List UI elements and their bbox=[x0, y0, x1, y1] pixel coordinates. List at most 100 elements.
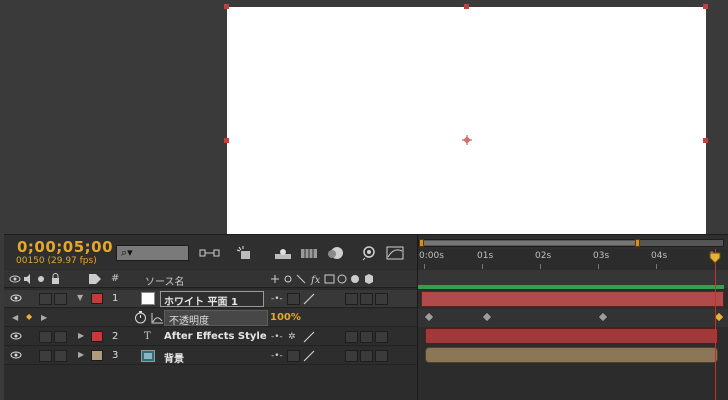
svg-text:fx: fx bbox=[310, 275, 321, 285]
label-tag-icon[interactable] bbox=[88, 273, 102, 285]
expand-triangle-icon[interactable]: ▶ bbox=[78, 350, 84, 359]
time-navigator-end-handle[interactable] bbox=[635, 239, 640, 247]
layer-row[interactable]: ▼ 1 ホワイト 平面 1 -•- bbox=[4, 290, 417, 308]
layer-name[interactable]: 背景 bbox=[164, 350, 184, 365]
label-color-swatch[interactable] bbox=[91, 331, 103, 342]
shy-switch-icon[interactable]: -•- bbox=[271, 351, 283, 361]
after-effects-window: 0;00;05;00 00150 (29.97 fps) ⌕▾ 0:00s 01… bbox=[0, 0, 728, 400]
motion-blur-icon[interactable] bbox=[324, 243, 346, 263]
work-area-bar[interactable] bbox=[418, 285, 724, 289]
expand-triangle-icon[interactable]: ▼ bbox=[77, 293, 83, 302]
text-layer-icon: T bbox=[144, 331, 151, 342]
source-name-column[interactable]: ソース名 bbox=[145, 273, 185, 288]
layer-name[interactable]: After Effects Style bbox=[164, 331, 267, 342]
solo-toggle[interactable] bbox=[54, 331, 67, 343]
layer-number: 3 bbox=[112, 350, 119, 361]
current-timecode[interactable]: 0;00;05;00 bbox=[17, 238, 113, 256]
quality-slash-icon[interactable] bbox=[303, 331, 315, 343]
quality-slash-icon[interactable] bbox=[303, 350, 315, 362]
layer-name[interactable]: ホワイト 平面 1 bbox=[164, 293, 238, 308]
transform-handle-middle-right[interactable] bbox=[703, 138, 708, 143]
next-keyframe-icon[interactable]: ▶ bbox=[41, 313, 47, 322]
quality-slash-icon[interactable] bbox=[303, 293, 315, 305]
time-navigator-range bbox=[422, 241, 637, 245]
property-name: 不透明度 bbox=[169, 316, 209, 327]
layer-3-duration-bar[interactable] bbox=[425, 347, 718, 363]
frame-blending-icon[interactable] bbox=[298, 243, 320, 263]
anchor-point-icon[interactable] bbox=[462, 135, 472, 145]
label-color-swatch[interactable] bbox=[91, 293, 103, 304]
graph-editor-icon[interactable] bbox=[384, 243, 406, 263]
adjustment-switch[interactable] bbox=[360, 350, 373, 362]
motion-blur-switch[interactable] bbox=[345, 293, 358, 305]
audio-toggle[interactable] bbox=[39, 293, 52, 305]
transform-handle-top-center[interactable] bbox=[464, 4, 469, 9]
transform-handle-middle-left[interactable] bbox=[224, 138, 229, 143]
opacity-property-row[interactable]: ◀ ◆ ▶ 不透明度 100% bbox=[4, 309, 417, 327]
audio-toggle[interactable] bbox=[39, 350, 52, 362]
quality-switch[interactable] bbox=[287, 293, 300, 305]
composition-canvas[interactable] bbox=[224, 4, 708, 234]
brainstorm-icon[interactable] bbox=[358, 243, 380, 263]
keyframe-icon[interactable] bbox=[481, 311, 493, 323]
composition-viewer[interactable] bbox=[0, 0, 728, 234]
frame-count: 00150 (29.97 fps) bbox=[16, 256, 97, 266]
label-color-swatch[interactable] bbox=[91, 350, 103, 361]
graph-icon[interactable] bbox=[151, 312, 164, 324]
expand-triangle-icon[interactable]: ▶ bbox=[78, 331, 84, 340]
solo-toggle[interactable] bbox=[54, 293, 67, 305]
search-icon: ⌕▾ bbox=[121, 246, 133, 259]
eye-icon[interactable] bbox=[10, 293, 22, 303]
eye-icon[interactable] bbox=[10, 331, 22, 341]
transform-handle-top-right[interactable] bbox=[703, 4, 708, 9]
time-navigator-bar[interactable] bbox=[418, 239, 724, 247]
eye-icon[interactable] bbox=[10, 350, 22, 360]
time-navigator-start-handle[interactable] bbox=[419, 239, 424, 247]
solo-toggle[interactable] bbox=[54, 350, 67, 362]
layer-number: 1 bbox=[112, 293, 119, 304]
prev-keyframe-icon[interactable]: ◀ bbox=[12, 313, 18, 322]
opacity-keyframe-track[interactable] bbox=[418, 309, 728, 327]
draft-3d-icon[interactable] bbox=[234, 243, 256, 263]
timeline-panel: 0;00;05;00 00150 (29.97 fps) ⌕▾ 0:00s 01… bbox=[4, 234, 728, 400]
ruler-tick bbox=[424, 264, 425, 269]
opacity-value[interactable]: 100% bbox=[270, 312, 301, 323]
audio-toggle[interactable] bbox=[39, 331, 52, 343]
stopwatch-icon[interactable] bbox=[134, 311, 147, 324]
collapse-switch-icon[interactable]: ✲ bbox=[288, 332, 296, 342]
layer-number-column[interactable]: # bbox=[111, 273, 119, 284]
adjustment-switch[interactable] bbox=[360, 293, 373, 305]
add-keyframe-icon[interactable]: ◆ bbox=[26, 312, 32, 321]
search-input[interactable]: ⌕▾ bbox=[116, 245, 189, 261]
motion-blur-switch[interactable] bbox=[345, 331, 358, 343]
keyframe-icon[interactable] bbox=[423, 311, 435, 323]
keyframe-icon[interactable] bbox=[597, 311, 609, 323]
3d-layer-switch[interactable] bbox=[375, 350, 388, 362]
transform-handle-top-left[interactable] bbox=[224, 4, 229, 9]
hide-shy-layers-icon[interactable] bbox=[272, 243, 294, 263]
time-ruler[interactable]: 0:00s 01s 02s 03s 04s 0 bbox=[418, 249, 728, 269]
motion-blur-switch[interactable] bbox=[345, 350, 358, 362]
av-feature-column-icons[interactable] bbox=[9, 273, 75, 285]
current-time-indicator-line[interactable] bbox=[715, 249, 716, 400]
ruler-label-1: 01s bbox=[477, 251, 494, 261]
layer-1-duration-bar[interactable] bbox=[421, 291, 724, 307]
current-time-indicator-icon[interactable] bbox=[709, 252, 721, 264]
layer-row[interactable]: ▶ 2 T After Effects Style -•- ✲ bbox=[4, 328, 417, 346]
panel-divider[interactable] bbox=[417, 235, 418, 400]
adjustment-switch[interactable] bbox=[360, 331, 373, 343]
shy-switch-icon[interactable]: -•- bbox=[271, 332, 283, 342]
layer-column-header: # ソース名 fx bbox=[4, 270, 417, 288]
3d-layer-switch[interactable] bbox=[375, 331, 388, 343]
layer-2-duration-bar[interactable] bbox=[425, 328, 718, 344]
layer-row[interactable]: ▶ 3 背景 -•- bbox=[4, 347, 417, 365]
switches-column-icons[interactable]: fx bbox=[269, 273, 409, 285]
shy-switch-icon[interactable]: -•- bbox=[271, 294, 283, 304]
ruler-tick bbox=[598, 264, 599, 269]
3d-layer-switch[interactable] bbox=[375, 293, 388, 305]
comp-mini-flowchart-icon[interactable] bbox=[199, 243, 221, 263]
footage-layer-icon bbox=[141, 350, 155, 362]
ruler-label-4: 04s bbox=[651, 251, 668, 261]
quality-switch[interactable] bbox=[287, 350, 300, 362]
solid-layer-icon bbox=[141, 292, 155, 305]
